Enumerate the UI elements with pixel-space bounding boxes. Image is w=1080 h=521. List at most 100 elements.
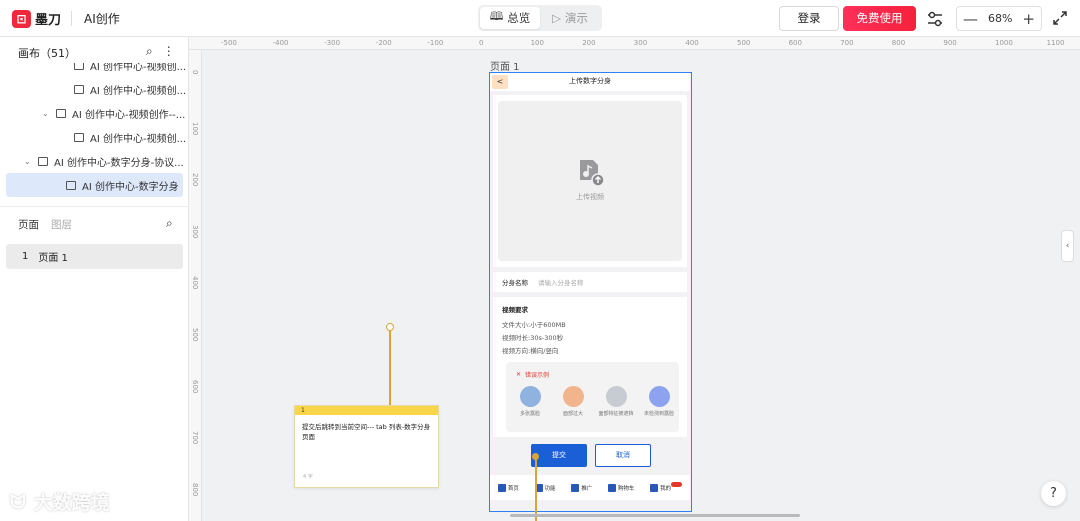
- fullscreen-icon[interactable]: [1052, 10, 1068, 26]
- phone-tab[interactable]: 我的: [650, 482, 683, 492]
- cancel-button[interactable]: 取消: [595, 444, 651, 467]
- canvas-tree-item[interactable]: AI 创作中心-视频创...: [0, 77, 189, 101]
- upload-video-icon: [580, 160, 604, 187]
- free-use-button[interactable]: 免费使用: [843, 6, 916, 31]
- phone-tab[interactable]: 首页: [497, 483, 519, 492]
- search-icon[interactable]: ⌕: [166, 216, 173, 231]
- more-icon[interactable]: ⋮: [163, 44, 175, 59]
- ruler-tick-label: 500: [737, 39, 751, 47]
- canvas-tree-item[interactable]: AI 创作中心-视频创...: [0, 125, 189, 149]
- annotation-card[interactable]: 1 提交后跳转到当前空间--- tab 列表-数字分身页面 4 字: [294, 405, 439, 488]
- ruler-tick-label: 700: [840, 39, 854, 47]
- avatar: [605, 386, 627, 407]
- ruler-tick-label: 1100: [1046, 39, 1065, 47]
- zoom-out-button[interactable]: —: [963, 10, 978, 28]
- canvas-tree: AI 创作中心-视频创... AI 创作中心-视频创... ⌄ AI 创作中心-视频创…: [0, 63, 189, 203]
- requirements-title: 视频要求: [502, 306, 528, 314]
- avatar: [562, 386, 584, 407]
- help-button[interactable]: ?: [1041, 481, 1066, 506]
- wrong-examples-title: ✕ 错误示例: [516, 370, 549, 379]
- avatar-name-field[interactable]: 分身名称 请输入分身名称: [493, 272, 687, 292]
- search-icon[interactable]: ⌕: [146, 44, 153, 59]
- canvas-tree-item[interactable]: ⌄ AI 创作中心-数字分身-协议...: [0, 149, 189, 173]
- chevron-down-icon[interactable]: ⌄: [42, 109, 50, 118]
- phone-tab[interactable]: 推广: [571, 483, 593, 492]
- requirement-line: 视频方向:横向/竖向: [502, 347, 559, 355]
- ruler-tick-label: 600: [788, 39, 802, 47]
- page-list-item[interactable]: 1 页面 1: [6, 244, 183, 269]
- avatar: [519, 386, 541, 407]
- page-icon: [66, 180, 76, 190]
- annotation-number: 1: [295, 406, 438, 415]
- ruler-tick-label: 0: [191, 70, 199, 75]
- canvas-tree-item[interactable]: AI 创作中心-数字分身-上...: [0, 197, 189, 203]
- ruler-tick-label: 400: [191, 276, 199, 290]
- tab-layers[interactable]: 图层: [51, 217, 72, 232]
- wrong-examples-box: ✕ 错误示例 多张露脸 面部过大 面部特征被遮挡 未检测到露脸: [506, 362, 679, 432]
- phone-header: < 上传数字分身: [490, 73, 690, 91]
- ruler-tick-label: 500: [191, 328, 199, 342]
- phone-tab[interactable]: 功能: [534, 483, 556, 492]
- page-label[interactable]: 页面 1: [490, 58, 520, 73]
- page-artboard[interactable]: < 上传数字分身 上传视频 分身名称 请输入分身名称 视频要求 文件大小:小于6…: [489, 72, 692, 512]
- phone-title: 上传数字分身: [569, 77, 611, 85]
- logo-text: 墨刀: [35, 13, 62, 28]
- ruler-tick-label: 200: [191, 173, 199, 187]
- canvas-tree-item-label: AI 创作中心-数字分身-上...: [82, 202, 189, 204]
- canvas-tree-item-label: AI 创作中心-数字分身-协议...: [54, 157, 184, 169]
- logo[interactable]: ⊡ 墨刀: [12, 9, 61, 28]
- canvas-tree-item-label: AI 创作中心-视频创...: [90, 63, 187, 73]
- phone-tab-label: 我的: [660, 485, 672, 492]
- ruler-tick-label: -100: [427, 39, 444, 47]
- zoom-control: — 68% +: [956, 6, 1042, 31]
- ruler-tick-label: 600: [191, 379, 199, 393]
- page-icon: [74, 132, 84, 142]
- present-mode-label: 演示: [564, 11, 588, 25]
- login-button[interactable]: 登录: [779, 6, 839, 31]
- upload-video-area[interactable]: 上传视频: [498, 101, 682, 261]
- annotation-footer: 4 字: [303, 474, 313, 480]
- ruler-vertical: 0 100 200 300 400 500 600 700 800: [189, 50, 202, 521]
- phone-tab-label: 首页: [507, 485, 519, 492]
- wrong-example: 未检测到露脸: [641, 386, 677, 417]
- page-icon: [38, 156, 48, 166]
- page-icon: [74, 84, 84, 94]
- ruler-horizontal: -500 -400 -300 -200 -100 0 100 200 300 400 500 600 7…: [189, 37, 1080, 50]
- requirement-line: 视频时长:30s-300秒: [502, 334, 564, 342]
- collapse-panel-handle[interactable]: ‹: [1061, 230, 1074, 262]
- page-number: 1: [22, 251, 29, 262]
- present-mode-button[interactable]: ▷ 演示: [540, 7, 600, 29]
- settings-sliders-icon[interactable]: [925, 9, 945, 29]
- upload-card: 上传视频: [493, 95, 687, 267]
- horizontal-scrollbar[interactable]: [510, 514, 800, 517]
- phone-tab-bar: 首页 功能 推广 购物车 我的: [490, 475, 690, 500]
- annotation-connector: [389, 330, 391, 406]
- watermark-logo-icon: ᗢ: [10, 490, 26, 513]
- ruler-tick-label: 300: [633, 39, 648, 47]
- wrong-examples-label: 错误示例: [525, 372, 550, 379]
- ruler-tick-label: -200: [375, 39, 392, 47]
- document-title[interactable]: AI创作: [84, 10, 120, 27]
- home-icon: [497, 483, 506, 492]
- canvas-tree-item[interactable]: AI 创作中心-数字分身: [6, 173, 183, 197]
- phone-tab[interactable]: 购物车: [607, 483, 634, 492]
- ruler-tick-label: 800: [891, 39, 906, 47]
- avatar-name-placeholder: 请输入分身名称: [538, 279, 584, 287]
- zoom-level[interactable]: 68%: [988, 12, 1012, 25]
- ruler-tick-label: 900: [943, 39, 957, 47]
- ruler-tick-label: -400: [272, 39, 289, 47]
- chevron-down-icon[interactable]: ⌄: [24, 157, 32, 166]
- submit-button[interactable]: 提交: [531, 444, 587, 467]
- canvas-tree-item[interactable]: AI 创作中心-视频创...: [0, 63, 189, 77]
- avatar: [648, 386, 670, 407]
- phone-tab-label: 推广: [581, 485, 593, 492]
- canvas-tree-item-label: AI 创作中心-视频创...: [90, 133, 187, 145]
- overview-mode-button[interactable]: 🕮 总览: [480, 7, 540, 29]
- send-icon: [571, 483, 580, 492]
- zoom-in-button[interactable]: +: [1022, 10, 1035, 28]
- canvas-tree-item-label: AI 创作中心-数字分身: [82, 181, 179, 193]
- canvas-tree-item-label: AI 创作中心-视频创作--...: [72, 109, 186, 121]
- tab-pages[interactable]: 页面: [18, 217, 39, 232]
- top-bar: ⊡ 墨刀 AI创作 🕮 总览 ▷ 演示 登录 免费使用 — 68% +: [0, 0, 1080, 37]
- canvas-tree-item[interactable]: ⌄ AI 创作中心-视频创作--...: [0, 101, 189, 125]
